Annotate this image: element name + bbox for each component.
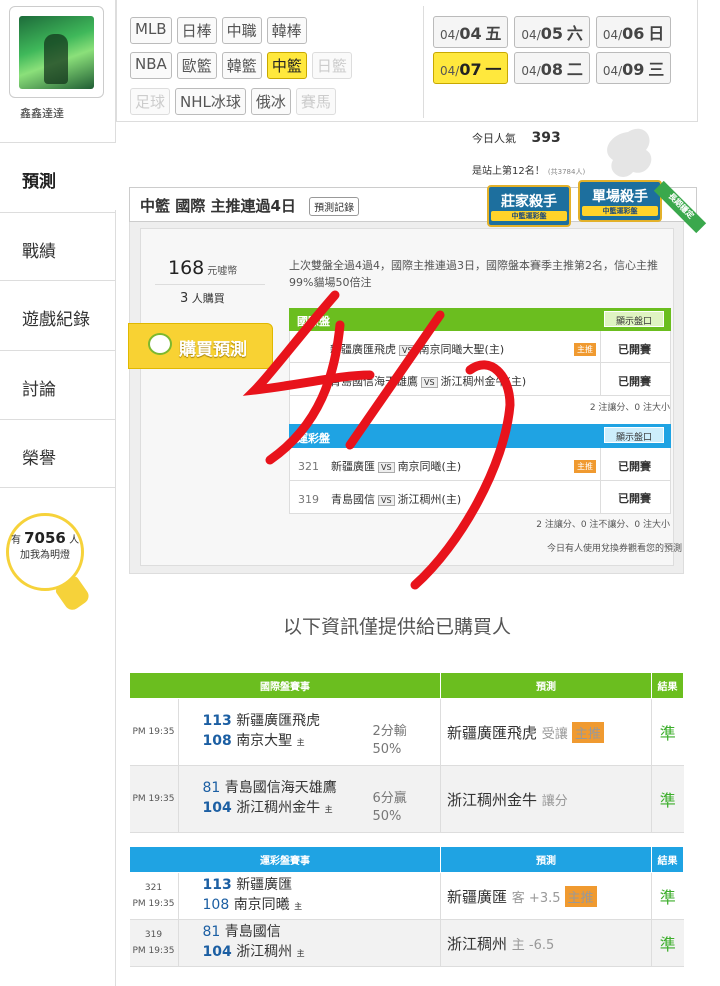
table-row: PM 19:35 113 新疆廣匯飛虎 108 南京大聖 主 2分輸 50% 新疆…: [129, 698, 684, 766]
tab-horse[interactable]: 賽馬: [295, 88, 336, 115]
price: 168 元噓幣: [168, 257, 238, 279]
avatar[interactable]: [19, 16, 94, 89]
result-correct: 準: [651, 765, 684, 833]
col-header: 運彩盤賽事: [129, 846, 441, 873]
game-status: 已開賽: [618, 343, 651, 356]
prediction-record-button[interactable]: 預測記錄: [309, 197, 360, 216]
rank-text: 是站上第12名！ (共3784人): [472, 166, 586, 177]
avatar-frame[interactable]: [9, 6, 104, 98]
col-header: 預測: [440, 672, 652, 699]
main-pick-icon: 主推: [574, 343, 596, 356]
sidebar-item-honor[interactable]: 榮譽: [0, 419, 116, 488]
buyers: 3 人購買: [180, 291, 225, 306]
date-0407[interactable]: 04/07 一: [433, 52, 509, 84]
badge-banker-killer: 莊家殺手 中籃運彩盤: [487, 185, 571, 227]
main-pick-icon: 主推: [574, 460, 596, 473]
date-0409[interactable]: 04/09 三: [595, 52, 672, 84]
result-correct: 準: [651, 872, 684, 920]
sidebar-item-discussion[interactable]: 討論: [0, 350, 116, 418]
tab-npb[interactable]: 日棒: [176, 17, 217, 44]
badge-single-killer: 單場殺手 中籃運彩盤: [578, 180, 662, 222]
purchased-only-note: 以下資訊僅提供給已購買人: [283, 616, 512, 638]
sidebar-item-record[interactable]: 戰績: [0, 212, 116, 280]
table-row: PM 19:35 81 青島國信海天雄鷹 104 浙江稠州金牛 主 6分贏 50%…: [129, 765, 684, 833]
tab-kor-bb[interactable]: 韓籃: [221, 52, 262, 79]
tab-khl[interactable]: 俄冰: [250, 88, 291, 115]
tab-nba[interactable]: NBA: [130, 52, 172, 79]
table-row: 321 PM 19:35 113 新疆廣匯 108 南京同曦 主 新疆廣匯 客 +…: [129, 872, 684, 920]
col-header: 國際盤賽事: [129, 672, 441, 699]
popularity: 今日人氣 393: [472, 130, 561, 146]
sport-tabs-row1: MLB 日棒 中職 韓棒: [130, 17, 307, 44]
date-0408[interactable]: 04/08 二: [514, 52, 590, 84]
tab-soccer[interactable]: 足球: [130, 88, 171, 115]
sport-results-table: 運彩盤賽事 預測 結果 321 PM 19:35 113 新疆廣匯 108 南京同…: [129, 846, 684, 967]
handwritten-annotation: [242, 290, 515, 590]
result-correct: 準: [651, 919, 684, 967]
col-header: 結果: [651, 846, 684, 873]
buy-icon: [148, 333, 172, 355]
username: 鑫鑫達達: [20, 107, 64, 120]
result-correct: 準: [651, 698, 684, 766]
date-0406[interactable]: 04/06 日: [595, 16, 672, 48]
tab-cpbl[interactable]: 中職: [221, 17, 262, 44]
col-header: 結果: [651, 672, 684, 699]
tab-kbo[interactable]: 韓棒: [266, 17, 307, 44]
popularity-value: 393: [531, 130, 561, 146]
date-row2: 04/07 一 04/08 二 04/09 三: [433, 52, 672, 84]
tab-euro-bb[interactable]: 歐籃: [176, 52, 217, 79]
tab-mlb[interactable]: MLB: [130, 17, 172, 44]
sport-tabs-row2: NBA 歐籃 韓籃 中籃 日籃: [130, 52, 352, 79]
follow-label: 加我為明燈: [20, 550, 70, 561]
game-status: 已開賽: [618, 375, 651, 388]
show-odds-button[interactable]: 顯示盤口: [604, 311, 664, 327]
table-row: 319 PM 19:35 81 青島國信 104 浙江稠州 主 浙江稠州 主 -6…: [129, 919, 684, 967]
divider: [423, 6, 424, 118]
date-row1: 04/04 五 04/05 六 04/06 日: [433, 16, 672, 48]
date-0404[interactable]: 04/04 五: [433, 16, 509, 48]
sidebar-item-game-log[interactable]: 遊戲紀錄: [0, 280, 116, 348]
show-odds-button[interactable]: 顯示盤口: [604, 427, 664, 443]
sidebar-item-predict[interactable]: 預測: [0, 142, 116, 210]
panel-title: 中籃 國際 主推連過4日: [140, 197, 296, 215]
game-status: 已開賽: [618, 460, 651, 473]
date-0405[interactable]: 04/05 六: [514, 16, 590, 48]
intl-results-table: 國際盤賽事 預測 結果 PM 19:35 113 新疆廣匯飛虎 108 南京大聖…: [129, 672, 684, 833]
col-header: 預測: [440, 846, 652, 873]
tab-cba[interactable]: 中籃: [266, 52, 307, 79]
follow-bulb[interactable]: 有 7056 人 加我為明燈: [6, 513, 84, 591]
follower-count: 7056: [24, 529, 66, 547]
tab-nhl[interactable]: NHL冰球: [175, 88, 246, 115]
game-status: 已開賽: [618, 492, 651, 505]
sport-tabs-row3: 足球 NHL冰球 俄冰 賽馬: [130, 88, 336, 115]
tab-jpn-bb[interactable]: 日籃: [311, 52, 352, 79]
